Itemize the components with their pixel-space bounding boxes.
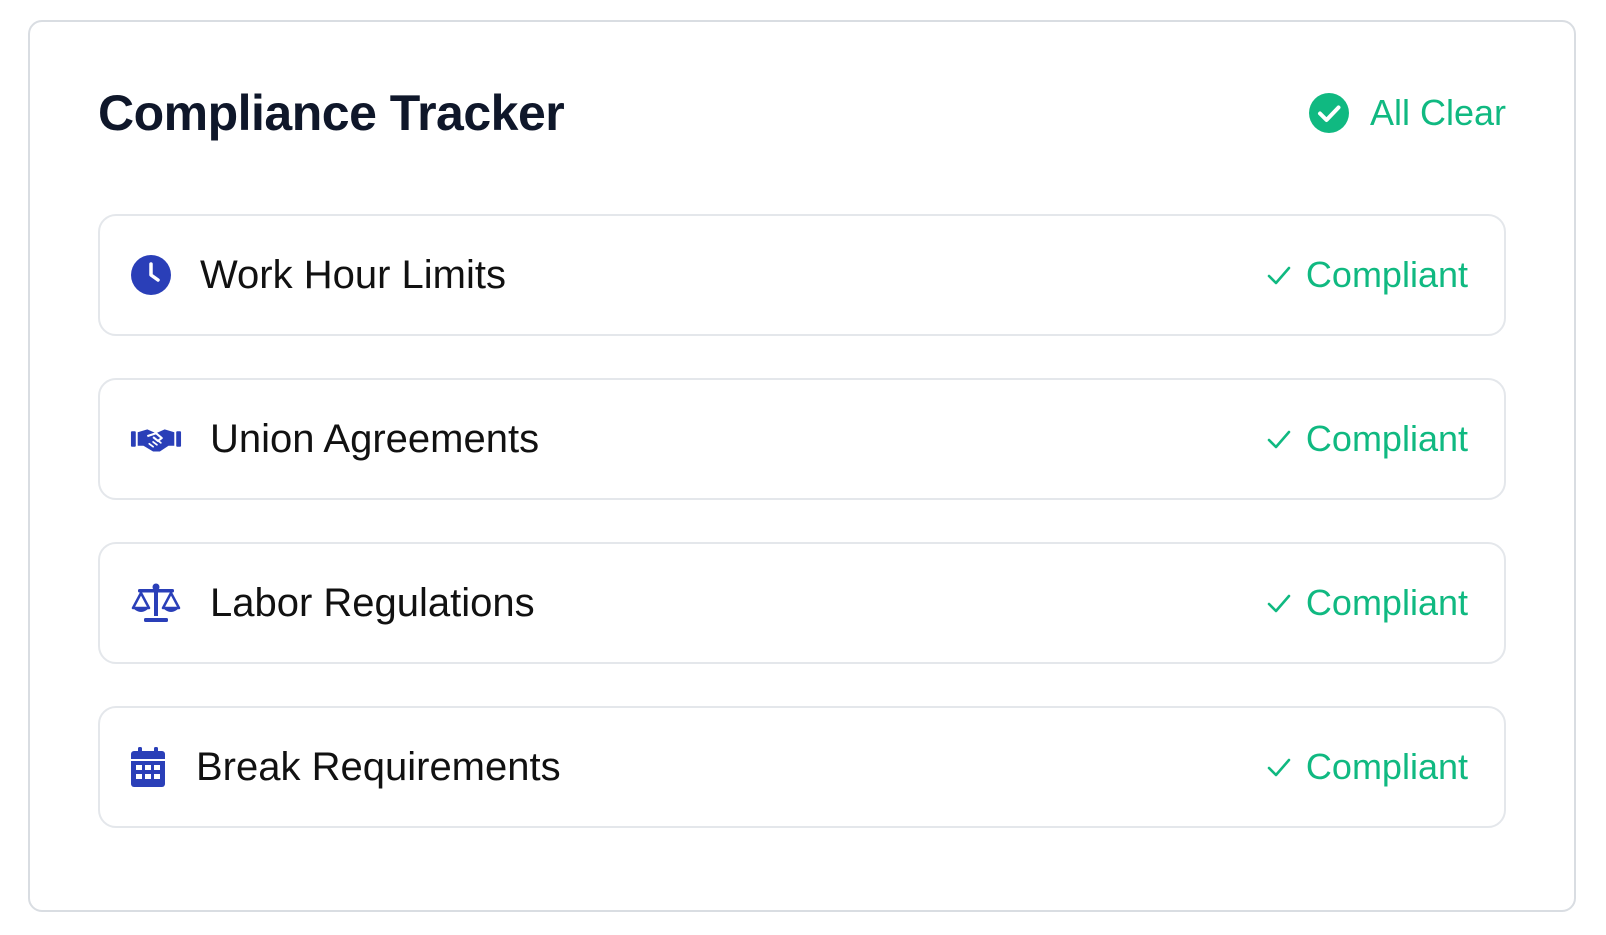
compliance-item-label: Break Requirements	[196, 744, 561, 789]
compliance-item-union-agreements[interactable]: Union Agreements Compliant	[98, 378, 1506, 500]
card-title: Compliance Tracker	[98, 85, 565, 141]
status-text: Compliant	[1305, 254, 1468, 295]
compliance-tracker-card: Compliance Tracker All Clear Work Hour L…	[28, 20, 1576, 912]
status-text: Compliant	[1305, 582, 1468, 623]
compliance-item-label: Labor Regulations	[210, 580, 535, 625]
compliance-list: Work Hour Limits Compliant Union Agreeme…	[98, 214, 1506, 870]
check-icon	[1267, 266, 1291, 285]
status-text: Compliant	[1305, 746, 1468, 787]
check-circle-icon	[1308, 92, 1350, 134]
status-badge: Compliant	[1266, 582, 1468, 624]
check-icon	[1267, 594, 1291, 613]
status-text: Compliant	[1305, 418, 1468, 459]
compliance-item-break-requirements[interactable]: Break Requirements Compliant	[98, 706, 1506, 828]
overall-status-label: All Clear	[1369, 92, 1506, 133]
compliance-item-label: Union Agreements	[210, 416, 540, 461]
status-badge: Compliant	[1266, 254, 1468, 296]
check-icon	[1267, 430, 1291, 449]
card-header: Compliance Tracker All Clear	[98, 78, 1506, 148]
compliance-item-work-hour-limits[interactable]: Work Hour Limits Compliant	[98, 214, 1506, 336]
compliance-item-label: Work Hour Limits	[200, 252, 506, 297]
calendar-icon	[130, 746, 166, 788]
handshake-icon	[130, 424, 182, 454]
scale-icon	[130, 582, 182, 624]
status-badge: Compliant	[1266, 746, 1468, 788]
compliance-item-labor-regulations[interactable]: Labor Regulations Compliant	[98, 542, 1506, 664]
check-icon	[1267, 758, 1291, 777]
clock-icon	[130, 254, 172, 296]
overall-status: All Clear	[1308, 92, 1506, 134]
status-badge: Compliant	[1266, 418, 1468, 460]
